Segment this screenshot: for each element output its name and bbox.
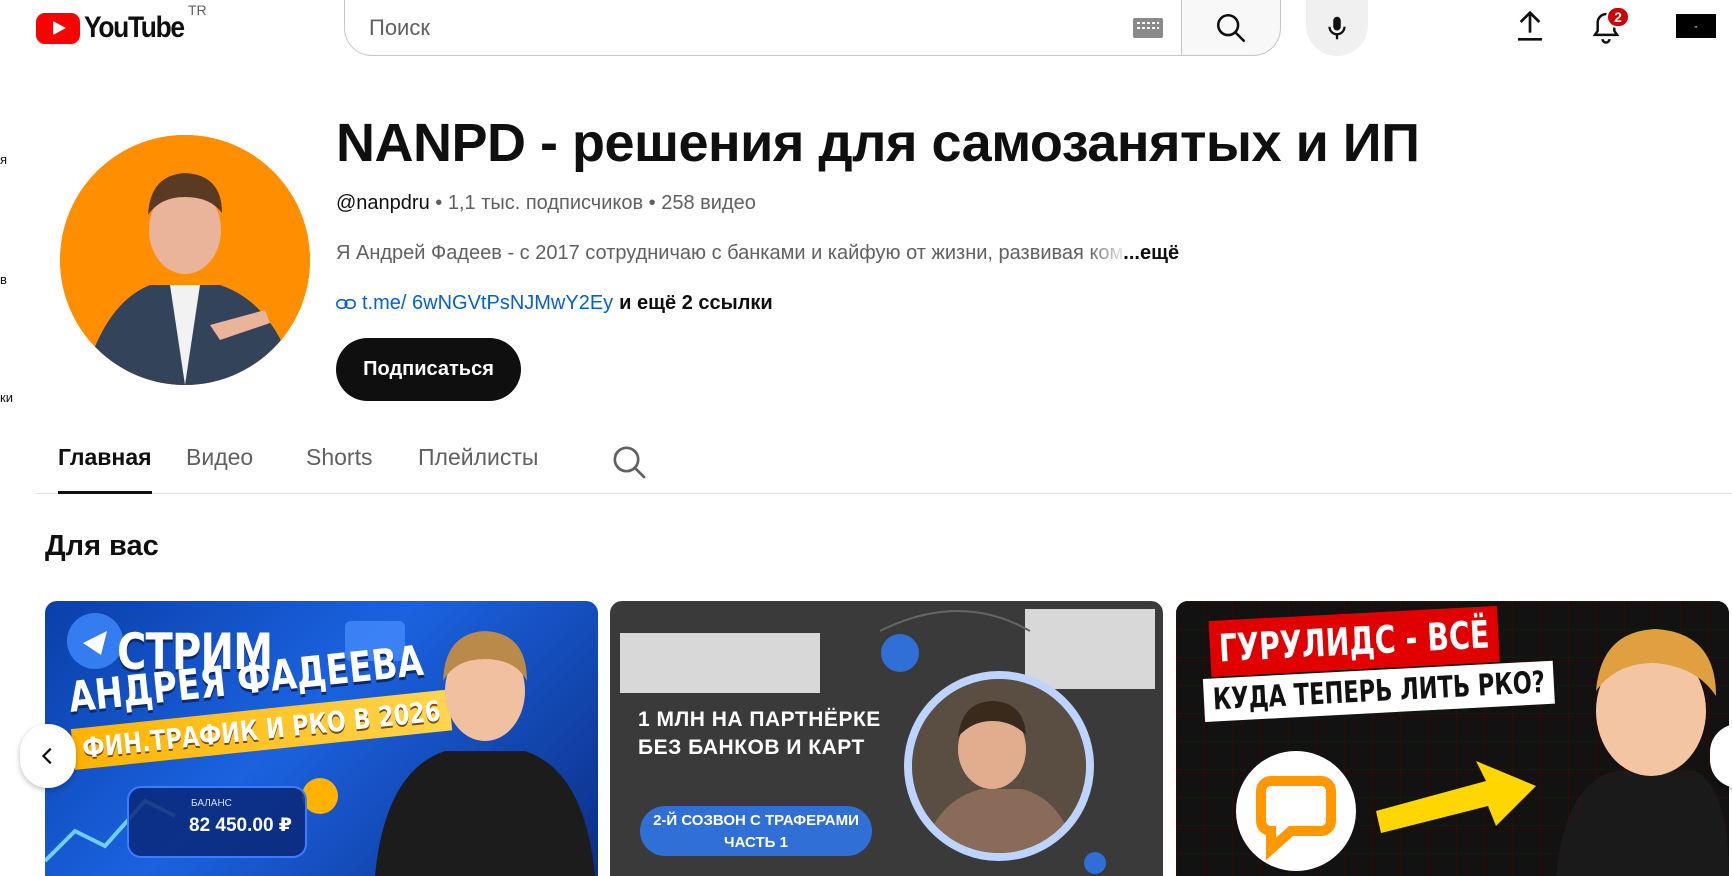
balance-label: БАЛАНС: [191, 798, 232, 809]
tab-shorts[interactable]: Shorts: [306, 444, 372, 494]
description-faded-text: ком: [1089, 242, 1124, 264]
thumbnail-portrait: [904, 671, 1094, 861]
channel-avatar-image: [60, 135, 310, 385]
thumbnail-text-line: БЕЗ БАНКОВ И КАРТ: [638, 736, 865, 759]
channel-handle[interactable]: @nanpdru: [336, 192, 430, 214]
search-input[interactable]: Поиск: [344, 0, 1182, 56]
youtube-logo[interactable]: YouTube: [36, 8, 197, 48]
search-button[interactable]: [1181, 0, 1281, 56]
video-count: 258 видео: [661, 192, 756, 214]
carousel-prev-button[interactable]: [20, 724, 76, 788]
description-more-button[interactable]: ...ещё: [1123, 242, 1179, 264]
channel-description[interactable]: Я Андрей Фадеев - с 2017 сотрудничаю с б…: [336, 242, 1236, 265]
channel-avatar: [60, 135, 310, 385]
avatar-text: ▪▪: [1694, 23, 1698, 29]
video-card[interactable]: 1 МЛН НА ПАРТНЁРКЕ БЕЗ БАНКОВ И КАРТ 2-Й…: [610, 601, 1163, 876]
thumbnail-text: 1 МЛН НА ПАРТНЁРКЕ БЕЗ БАНКОВ И КАРТ: [638, 706, 881, 762]
section-title: Для вас: [45, 530, 159, 562]
sidebar-fragment[interactable]: я: [0, 152, 7, 167]
thumbnail-pill-line: 2-Й СОЗВОН С ТРАФЕРАМИ: [653, 812, 859, 829]
thumbnail-pill: 2-Й СОЗВОН С ТРАФЕРАМИ ЧАСТЬ 1: [640, 806, 872, 856]
chevron-left-icon: [41, 747, 52, 765]
channel-tabs: Главная Видео Shorts Плейлисты: [36, 432, 1732, 494]
meta-separator: •: [643, 192, 662, 214]
channel-search-icon[interactable]: [609, 442, 649, 482]
channel-links: t.me/ 6wNGVtPsNJMwY2Ey и ещё 2 ссылки: [336, 292, 773, 315]
thumbnail-pill-line: ЧАСТЬ 1: [724, 834, 788, 851]
channel-meta: @nanpdru • 1,1 тыс. подписчиков • 258 ви…: [336, 192, 756, 215]
sidebar-fragment[interactable]: в: [0, 272, 7, 287]
thumbnail-person: [912, 679, 1086, 853]
tab-home[interactable]: Главная: [58, 444, 152, 494]
voice-search-button[interactable]: [1306, 0, 1368, 56]
logo-text: YouTube: [84, 11, 185, 44]
video-card[interactable]: ГУРУЛИДС - ВСЁ КУДА ТЕПЕРЬ ЛИТЬ РКО?: [1176, 601, 1729, 876]
search-placeholder: Поиск: [369, 14, 430, 40]
video-card[interactable]: СТРИМ АНДРЕЯ ФАДЕЕВА ФИН.ТРАФИК И РКО В …: [45, 601, 598, 876]
thumbnail-person: [375, 631, 595, 876]
subscribe-button[interactable]: Подписаться: [336, 338, 521, 401]
account-avatar[interactable]: ▪▪: [1676, 14, 1716, 38]
subscriber-count: 1,1 тыс. подписчиков: [447, 192, 644, 214]
balance-widget: БАЛАНС 82 450.00 ₽: [127, 786, 307, 858]
tab-playlists[interactable]: Плейлисты: [418, 444, 538, 494]
upload-icon: [1518, 10, 1542, 41]
youtube-play-icon: [36, 12, 80, 44]
microphone-icon: [1328, 16, 1346, 40]
search-icon: [1216, 13, 1246, 42]
notification-badge: 2: [1606, 6, 1630, 28]
link-icon: [336, 298, 356, 309]
sidebar-fragment[interactable]: ки: [0, 390, 13, 405]
keyboard-icon[interactable]: [1133, 18, 1163, 38]
more-links-button[interactable]: и ещё 2 ссылки: [619, 292, 773, 315]
tab-videos[interactable]: Видео: [186, 444, 253, 494]
thumbnail-text-line: 1 МЛН НА ПАРТНЁРКЕ: [638, 708, 881, 731]
country-code: TR: [188, 2, 207, 18]
upload-button[interactable]: [1510, 6, 1550, 46]
meta-separator: •: [429, 192, 448, 214]
channel-link[interactable]: t.me/ 6wNGVtPsNJMwY2Ey: [362, 292, 613, 315]
description-text: Я Андрей Фадеев - с 2017 сотрудничаю с б…: [336, 242, 1090, 264]
channel-title: NANPD - решения для самозанятых и ИП: [336, 113, 1420, 173]
balance-value: 82 450.00 ₽: [189, 815, 293, 836]
notifications-button[interactable]: 2: [1584, 6, 1630, 50]
